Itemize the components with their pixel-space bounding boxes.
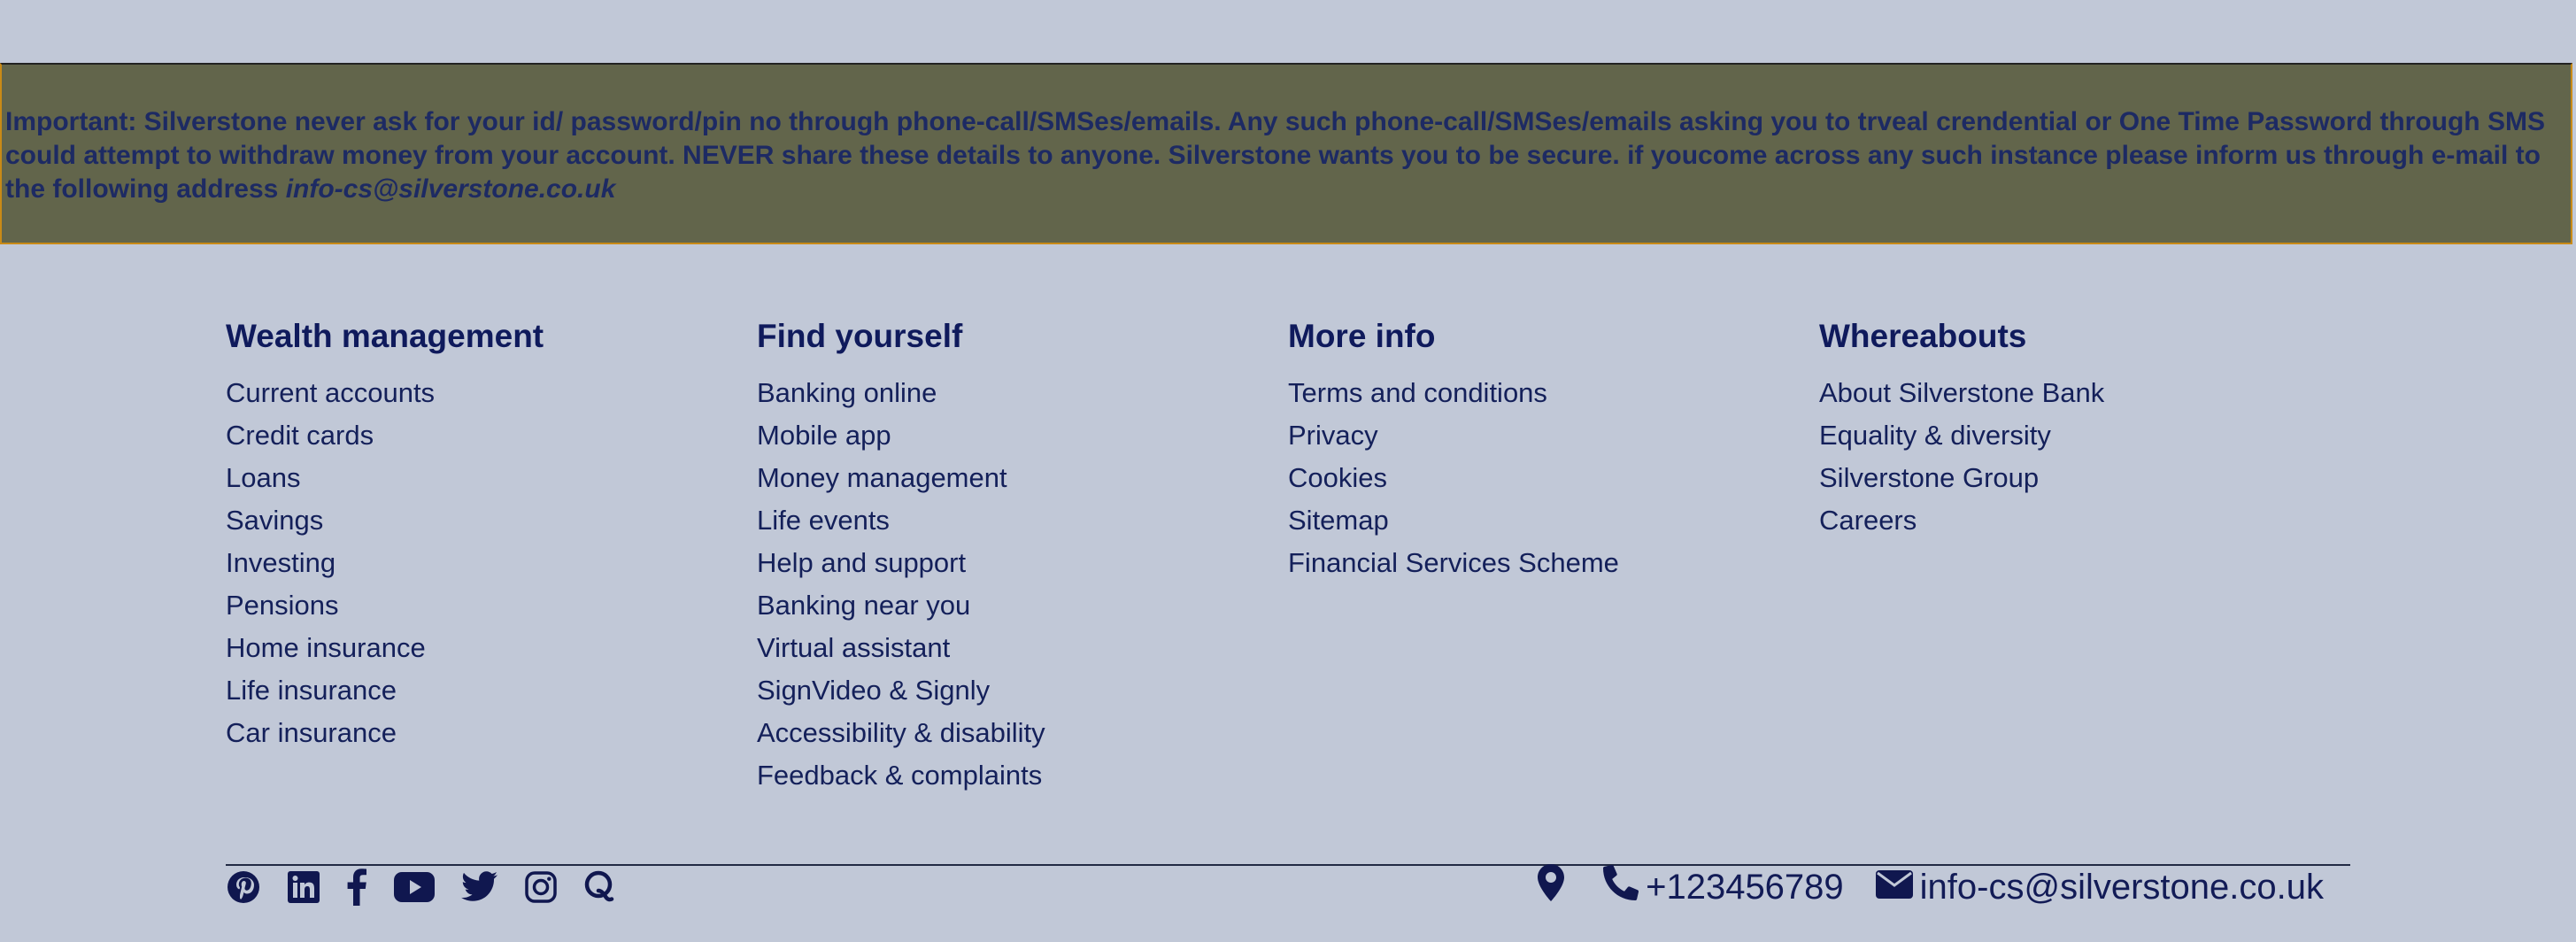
footer-link-terms-and-conditions[interactable]: Terms and conditions	[1288, 372, 1801, 414]
footer-heading: Wealth management	[226, 318, 544, 354]
footer-link-sitemap[interactable]: Sitemap	[1288, 499, 1801, 542]
footer-link-pensions[interactable]: Pensions	[226, 584, 739, 627]
footer-link-equality-diversity[interactable]: Equality & diversity	[1819, 414, 2333, 457]
footer-link-mobile-app[interactable]: Mobile app	[757, 414, 1270, 457]
footer-link-life-events[interactable]: Life events	[757, 499, 1270, 542]
footer-link-feedback-complaints[interactable]: Feedback & complaints	[757, 754, 1270, 797]
footer-link-signvideo-signly[interactable]: SignVideo & Signly	[757, 669, 1270, 712]
envelope-icon	[1875, 868, 1920, 907]
contact-info: +123456789 info-cs@silverstone.co.uk	[1506, 864, 2324, 910]
footer-link-savings[interactable]: Savings	[226, 499, 739, 542]
footer-link-list: Terms and conditions Privacy Cookies Sit…	[1288, 372, 1801, 584]
footer-link-banking-online[interactable]: Banking online	[757, 372, 1270, 414]
footer-link-investing[interactable]: Investing	[226, 542, 739, 584]
footer-column-more-info: More info Terms and conditions Privacy C…	[1288, 312, 1801, 584]
footer-link-current-accounts[interactable]: Current accounts	[226, 372, 739, 414]
email-address: info-cs@silverstone.co.uk	[1919, 867, 2324, 907]
instagram-icon[interactable]	[525, 868, 557, 907]
linkedin-icon[interactable]	[288, 868, 320, 907]
footer-column-wealth-management: Wealth management Current accounts Credi…	[226, 312, 739, 754]
footer-column-find-yourself: Find yourself Banking online Mobile app …	[757, 312, 1270, 797]
footer-link-silverstone-group[interactable]: Silverstone Group	[1819, 457, 2333, 499]
footer-link-help-and-support[interactable]: Help and support	[757, 542, 1270, 584]
footer-link-list: Banking online Mobile app Money manageme…	[757, 372, 1270, 797]
footer-link-privacy[interactable]: Privacy	[1288, 414, 1801, 457]
email-link[interactable]: info-cs@silverstone.co.uk	[1875, 867, 2324, 907]
twitter-icon[interactable]	[461, 868, 498, 907]
footer-link-money-management[interactable]: Money management	[757, 457, 1270, 499]
footer-link-financial-services-scheme[interactable]: Financial Services Scheme	[1288, 542, 1801, 584]
footer-link-cookies[interactable]: Cookies	[1288, 457, 1801, 499]
phone-icon	[1603, 864, 1646, 909]
social-links	[226, 868, 642, 907]
pinterest-icon[interactable]	[226, 868, 261, 907]
footer-heading: More info	[1288, 318, 1436, 354]
footer-link-virtual-assistant[interactable]: Virtual assistant	[757, 627, 1270, 669]
footer-heading: Whereabouts	[1819, 318, 2027, 354]
facebook-icon[interactable]	[346, 868, 367, 907]
footer-link-accessibility-disability[interactable]: Accessibility & disability	[757, 712, 1270, 754]
footer-link-about-silverstone-bank[interactable]: About Silverstone Bank	[1819, 372, 2333, 414]
footer-link-life-insurance[interactable]: Life insurance	[226, 669, 739, 712]
youtube-icon[interactable]	[394, 868, 435, 907]
footer-column-whereabouts: Whereabouts About Silverstone Bank Equal…	[1819, 312, 2333, 542]
security-notice-email[interactable]: info-cs@silverstone.co.uk	[286, 174, 616, 204]
phone-number: +123456789	[1646, 867, 1844, 907]
footer-link-credit-cards[interactable]: Credit cards	[226, 414, 739, 457]
quora-icon[interactable]	[583, 868, 615, 907]
footer-link-list: Current accounts Credit cards Loans Savi…	[226, 372, 739, 754]
footer-link-home-insurance[interactable]: Home insurance	[226, 627, 739, 669]
footer-heading: Find yourself	[757, 318, 963, 354]
footer-link-list: About Silverstone Bank Equality & divers…	[1819, 372, 2333, 542]
footer-link-loans[interactable]: Loans	[226, 457, 739, 499]
footer-columns: Wealth management Current accounts Credi…	[226, 312, 2350, 807]
footer-link-car-insurance[interactable]: Car insurance	[226, 712, 739, 754]
footer-link-careers[interactable]: Careers	[1819, 499, 2333, 542]
phone-link[interactable]: +123456789	[1603, 864, 1844, 909]
footer-link-banking-near-you[interactable]: Banking near you	[757, 584, 1270, 627]
map-marker-icon	[1538, 864, 1571, 910]
location-link[interactable]	[1538, 864, 1571, 910]
security-notice: Important: Silverstone never ask for you…	[0, 63, 2572, 244]
